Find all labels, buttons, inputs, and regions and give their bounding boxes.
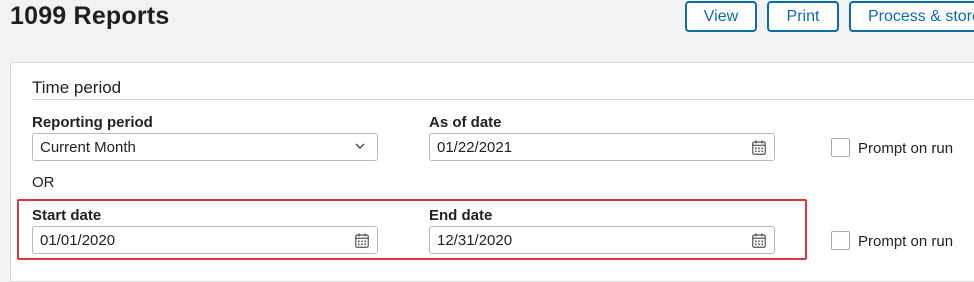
calendar-icon[interactable] (752, 233, 766, 248)
as-of-date-field[interactable]: 01/22/2021 (429, 133, 775, 161)
end-date-label: End date (429, 207, 493, 224)
as-of-date-label: As of date (429, 114, 502, 131)
start-date-field[interactable]: 01/01/2020 (32, 226, 378, 254)
start-date-label: Start date (32, 207, 102, 224)
end-date-value: 12/31/2020 (437, 232, 513, 249)
prompt-on-run-checkbox-2[interactable] (831, 231, 850, 250)
process-and-store-button[interactable]: Process & store (849, 1, 974, 32)
calendar-icon[interactable] (355, 233, 369, 248)
prompt-on-run-checkbox-1[interactable] (831, 138, 850, 157)
or-label: OR (32, 174, 55, 191)
section-divider (32, 99, 974, 100)
chevron-down-icon (355, 143, 365, 149)
view-button[interactable]: View (685, 1, 757, 32)
reporting-period-select[interactable]: Current Month (32, 133, 378, 161)
prompt-on-run-label-2: Prompt on run (858, 233, 954, 250)
page-title: 1099 Reports (10, 2, 170, 30)
prompt-on-run-label-1: Prompt on run (858, 140, 954, 157)
calendar-icon[interactable] (752, 140, 766, 155)
section-title-time-period: Time period (32, 78, 122, 97)
as-of-date-value: 01/22/2021 (437, 139, 513, 156)
reporting-period-value: Current Month (40, 139, 136, 156)
print-button[interactable]: Print (767, 1, 839, 32)
start-date-value: 01/01/2020 (40, 232, 116, 249)
end-date-field[interactable]: 12/31/2020 (429, 226, 775, 254)
reporting-period-label: Reporting period (32, 114, 153, 131)
